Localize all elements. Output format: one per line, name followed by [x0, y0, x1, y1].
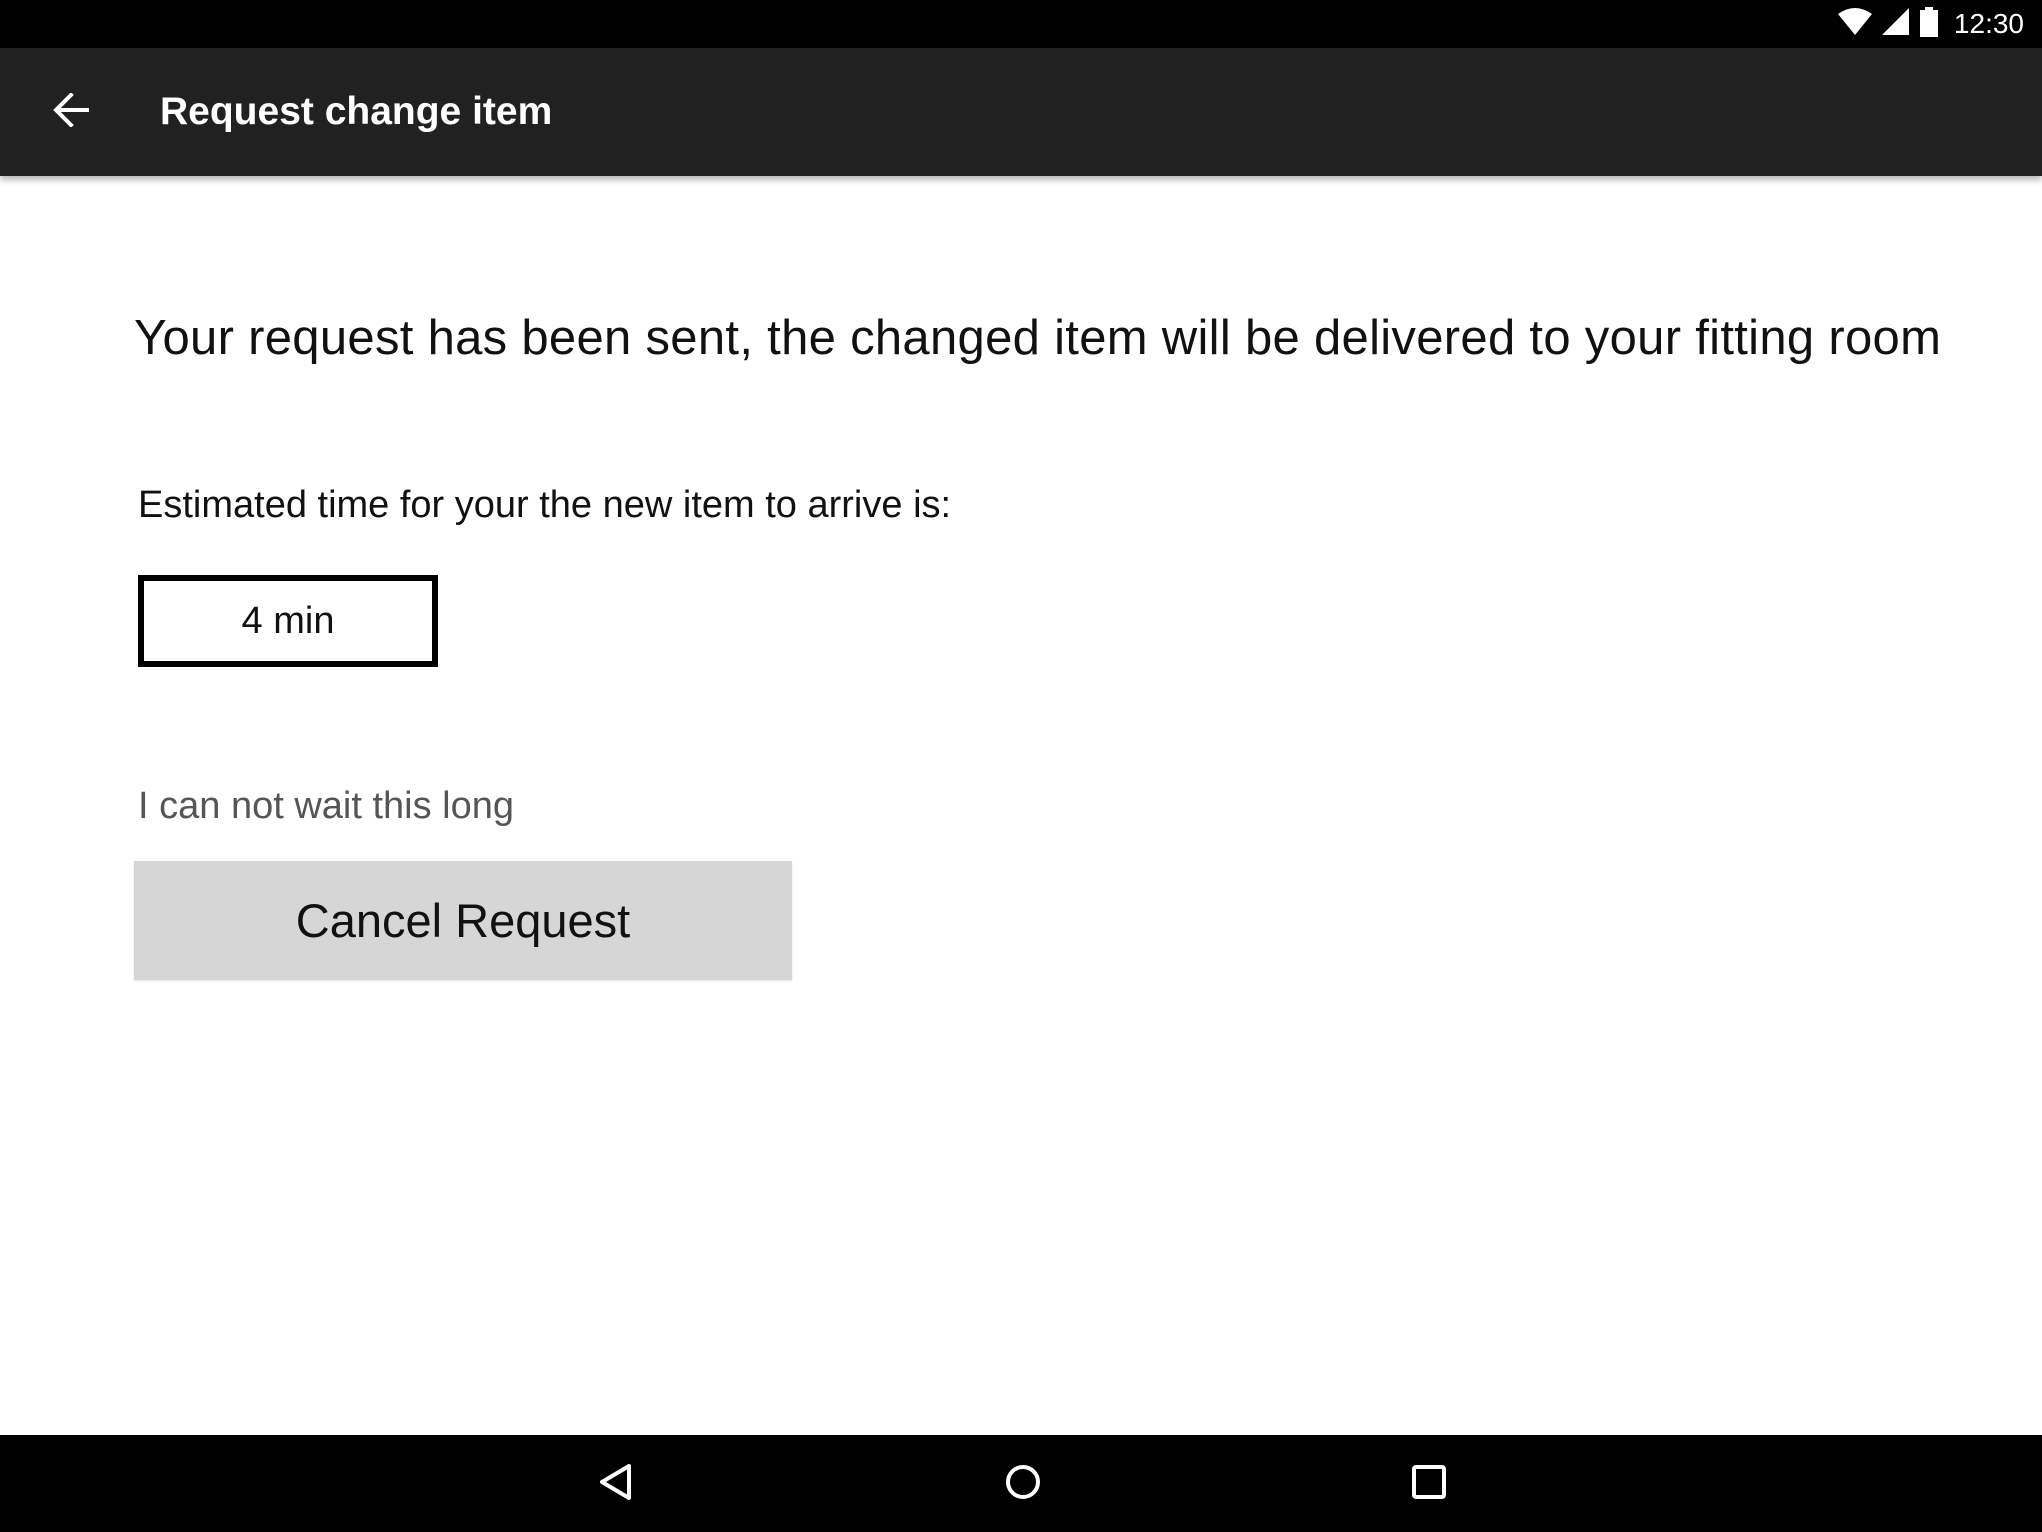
wait-prompt-text: I can not wait this long: [138, 785, 514, 827]
home-circle-icon: [1004, 1463, 1042, 1506]
back-button[interactable]: [34, 74, 110, 150]
status-bar: 12:30: [0, 0, 2042, 48]
screen: 12:30 Request change item Your request h…: [0, 0, 2042, 1532]
eta-label: Estimated time for your the new item to …: [138, 484, 952, 526]
status-time: 12:30: [1953, 8, 2024, 39]
eta-value: 4 min: [241, 599, 335, 642]
nav-recents-button[interactable]: [1394, 1449, 1464, 1519]
status-icons: 12:30: [1837, 0, 2024, 48]
recents-square-icon: [1411, 1464, 1447, 1505]
eta-value-box: 4 min: [138, 575, 438, 667]
page-title: Request change item: [160, 90, 553, 133]
nav-bar: [0, 1435, 2042, 1532]
cancel-request-button[interactable]: Cancel Request: [134, 861, 792, 980]
wifi-icon: [1837, 7, 1872, 41]
cell-signal-icon: [1881, 7, 1910, 41]
battery-icon: [1919, 6, 1938, 42]
arrow-back-icon: [53, 91, 91, 132]
nav-home-button[interactable]: [988, 1449, 1058, 1519]
nav-back-button[interactable]: [580, 1449, 650, 1519]
back-triangle-icon: [598, 1463, 632, 1506]
app-bar: Request change item: [0, 48, 2042, 176]
confirmation-message: Your request has been sent, the changed …: [134, 311, 1942, 365]
